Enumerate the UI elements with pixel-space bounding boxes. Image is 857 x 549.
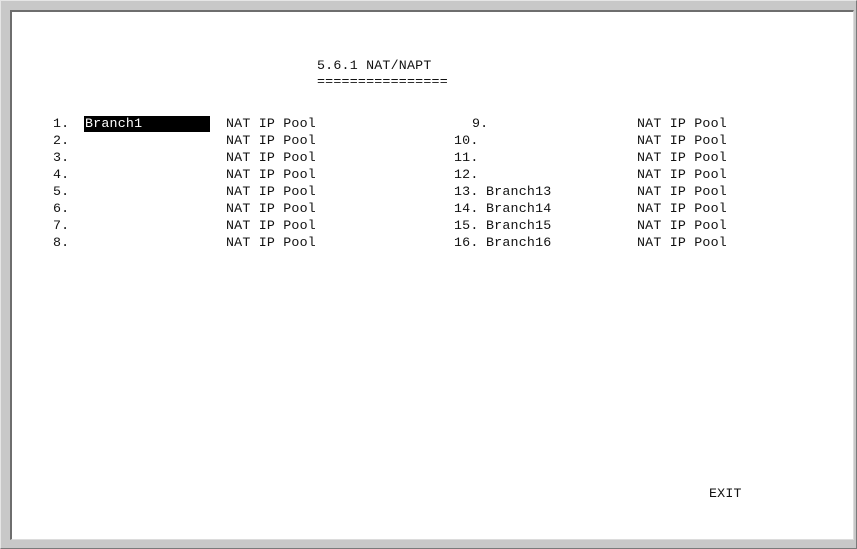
entry-row-14[interactable]: 14. Branch14 NAT IP Pool [12, 201, 853, 219]
nat-ip-pool-link[interactable]: NAT IP Pool [637, 235, 727, 251]
entry-row-13[interactable]: 13. Branch13 NAT IP Pool [12, 184, 853, 202]
entry-row-9[interactable]: 9. NAT IP Pool [12, 116, 853, 134]
entry-row-12[interactable]: 12. NAT IP Pool [12, 167, 853, 185]
entry-name-field[interactable]: Branch14 [486, 201, 551, 217]
entry-number: 10. [454, 133, 479, 148]
page-title: 5.6.1 NAT/NAPT [317, 58, 432, 73]
terminal-screen: 5.6.1 NAT/NAPT ================ 1. Branc… [10, 10, 854, 540]
exit-button[interactable]: EXIT [709, 486, 742, 502]
nat-ip-pool-link[interactable]: NAT IP Pool [637, 184, 727, 200]
nat-ip-pool-link[interactable]: NAT IP Pool [637, 116, 727, 132]
nat-ip-pool-link[interactable]: NAT IP Pool [637, 167, 727, 183]
entry-row-10[interactable]: 10. NAT IP Pool [12, 133, 853, 151]
entry-name-field[interactable]: Branch13 [486, 184, 551, 200]
entry-number: 15. [454, 218, 479, 233]
entry-number: 11. [454, 150, 479, 165]
entry-number: 13. [454, 184, 479, 199]
nat-ip-pool-link[interactable]: NAT IP Pool [637, 150, 727, 166]
entry-row-16[interactable]: 16. Branch16 NAT IP Pool [12, 235, 853, 253]
entry-number: 12. [454, 167, 479, 182]
terminal-window-frame: 5.6.1 NAT/NAPT ================ 1. Branc… [0, 0, 857, 549]
entry-name-field[interactable]: Branch15 [486, 218, 551, 234]
nat-ip-pool-link[interactable]: NAT IP Pool [637, 201, 727, 217]
entry-number: 14. [454, 201, 479, 216]
nat-ip-pool-link[interactable]: NAT IP Pool [637, 133, 727, 149]
entry-row-15[interactable]: 15. Branch15 NAT IP Pool [12, 218, 853, 236]
entry-number: 9. [472, 116, 489, 131]
entry-name-field[interactable]: Branch16 [486, 235, 551, 251]
title-underline: ================ [317, 74, 448, 89]
entry-row-11[interactable]: 11. NAT IP Pool [12, 150, 853, 168]
entry-number: 16. [454, 235, 479, 250]
nat-ip-pool-link[interactable]: NAT IP Pool [637, 218, 727, 234]
